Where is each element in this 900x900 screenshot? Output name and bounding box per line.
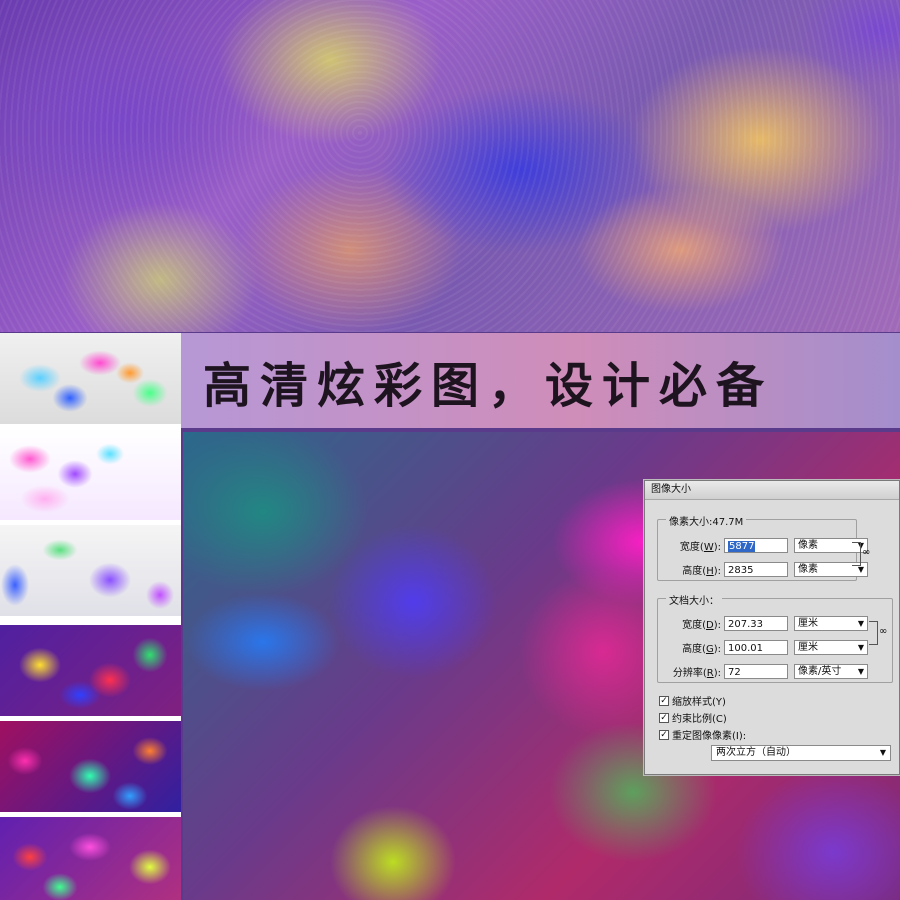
pixel-dimensions-group: 像素大小:47.7M 宽度(W): 5877 像素 ▼ 高度(H): 2835 像… (657, 513, 868, 581)
pixel-height-input[interactable]: 2835 (724, 561, 788, 577)
pixel-height-label: 高度(H): (682, 565, 721, 577)
doc-width-row: 宽度(D): 207.33 厘米 ▼ (658, 614, 868, 632)
doc-height-label: 高度(G): (682, 643, 721, 655)
chevron-down-icon: ▼ (857, 642, 864, 652)
scale-styles-label: 缩放样式(Y) (672, 697, 726, 708)
thumbnail-2 (0, 429, 181, 520)
document-size-group: 文档大小： 宽度(D): 207.33 厘米 ▼ 高度(G): 100.01 厘米… (657, 592, 893, 683)
document-size-legend: 文档大小： (666, 592, 722, 607)
resolution-input[interactable]: 72 (724, 663, 788, 679)
scale-styles-checkbox[interactable]: ✓ 缩放样式(Y) (659, 693, 726, 708)
doc-height-input[interactable]: 100.01 (724, 639, 788, 655)
checkbox-checked-icon: ✓ (659, 729, 669, 740)
checkbox-checked-icon: ✓ (659, 695, 669, 706)
title-banner: 高清炫彩图，设计必备 (181, 333, 900, 428)
thumbnail-6 (0, 817, 181, 900)
hero-image-top (0, 0, 900, 332)
chevron-down-icon: ▼ (857, 666, 864, 676)
pixel-size-legend: 像素大小:47.7M (666, 513, 747, 528)
constrain-proportions-checkbox[interactable]: ✓ 约束比例(C) (659, 710, 727, 725)
resolution-unit-select[interactable]: 像素/英寸 ▼ (794, 663, 868, 679)
checkbox-checked-icon: ✓ (659, 712, 669, 723)
constrain-proportions-label: 约束比例(C) (672, 714, 727, 725)
doc-width-unit-select[interactable]: 厘米 ▼ (794, 615, 868, 631)
pixel-height-row: 高度(H): 2835 像素 ▼ (658, 560, 868, 578)
resample-label: 重定图像像素(I): (672, 731, 747, 742)
resolution-label: 分辨率(R): (672, 667, 721, 679)
thumbnail-3 (0, 525, 181, 616)
dialog-title: 图像大小 (645, 481, 899, 500)
chevron-down-icon: ▼ (879, 748, 886, 757)
resample-method-select[interactable]: 两次立方（自动） ▼ (711, 745, 891, 761)
pixel-width-label: 宽度(W): (679, 541, 721, 553)
doc-width-input[interactable]: 207.33 (724, 615, 788, 631)
resolution-row: 分辨率(R): 72 像素/英寸 ▼ (658, 662, 868, 680)
pixel-width-input[interactable]: 5877 (724, 537, 788, 553)
banner-title: 高清炫彩图，设计必备 (203, 357, 774, 414)
thumbnail-column (0, 333, 181, 900)
image-size-dialog: 图像大小 像素大小:47.7M 宽度(W): 5877 像素 ▼ 高度(H): 2… (644, 480, 900, 775)
resample-checkbox[interactable]: ✓ 重定图像像素(I): (659, 727, 746, 742)
thumbnail-5 (0, 721, 181, 812)
chain-link-icon: ∞ (862, 547, 871, 558)
chevron-down-icon: ▼ (857, 618, 864, 628)
thumbnail-1 (0, 333, 181, 424)
doc-height-unit-select[interactable]: 厘米 ▼ (794, 639, 868, 655)
chain-link-icon: ∞ (879, 626, 888, 637)
thumbnail-4 (0, 625, 181, 716)
pixel-width-row: 宽度(W): 5877 像素 ▼ (658, 536, 868, 554)
doc-width-label: 宽度(D): (682, 619, 721, 631)
doc-link-bracket (869, 621, 878, 645)
pixel-link-bracket (852, 542, 861, 566)
doc-height-row: 高度(G): 100.01 厘米 ▼ (658, 638, 868, 656)
